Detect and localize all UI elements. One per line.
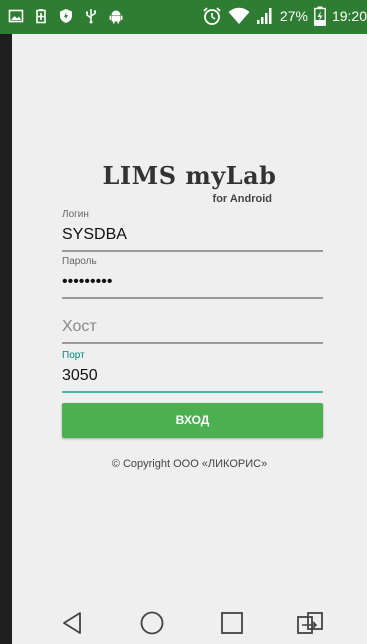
login-button[interactable]: ВХОД: [62, 403, 323, 438]
host-underline: [62, 342, 323, 344]
status-left-icons: [8, 8, 124, 24]
login-underline: [62, 250, 323, 252]
login-screen: LIMS myLab for Android Логин SYSDBA Паро…: [12, 34, 367, 644]
status-right-icons: 27% 19:20: [202, 6, 367, 26]
host-field[interactable]: Хост: [62, 316, 323, 344]
login-input[interactable]: SYSDBA: [62, 224, 323, 246]
battery-charging-icon: [314, 6, 326, 26]
app-logo-title: LIMS myLab: [102, 161, 277, 190]
password-underline: [62, 297, 323, 299]
password-input[interactable]: •••••••••: [62, 271, 323, 293]
login-field[interactable]: Логин SYSDBA: [62, 209, 323, 252]
port-field[interactable]: Порт 3050: [62, 350, 323, 393]
host-input[interactable]: Хост: [62, 316, 323, 338]
alarm-icon: [202, 6, 222, 26]
image-icon: [8, 8, 24, 24]
home-icon[interactable]: [137, 608, 167, 638]
wifi-icon: [228, 7, 250, 25]
port-label: Порт: [62, 350, 85, 361]
password-field[interactable]: Пароль •••••••••: [62, 256, 323, 299]
shield-icon: [58, 8, 74, 24]
clock: 19:20: [331, 8, 367, 24]
status-bar: 27% 19:20: [0, 0, 367, 34]
screen-rotate-icon[interactable]: [295, 608, 325, 638]
signal-icon: [256, 7, 274, 25]
battery-saver-icon: [33, 8, 49, 24]
back-icon[interactable]: [58, 608, 88, 638]
navigation-bar: [12, 601, 367, 644]
battery-text: 27%: [279, 8, 308, 24]
port-input[interactable]: 3050: [62, 365, 323, 387]
login-label: Логин: [62, 209, 89, 220]
usb-icon: [83, 8, 99, 24]
password-label: Пароль: [62, 256, 97, 267]
app-logo-subtitle: for Android: [212, 193, 272, 205]
android-icon: [108, 8, 124, 24]
recents-icon[interactable]: [217, 608, 247, 638]
port-underline: [62, 391, 323, 393]
copyright-text: © Copyright ООО «ЛИКОРИС»: [111, 458, 268, 470]
